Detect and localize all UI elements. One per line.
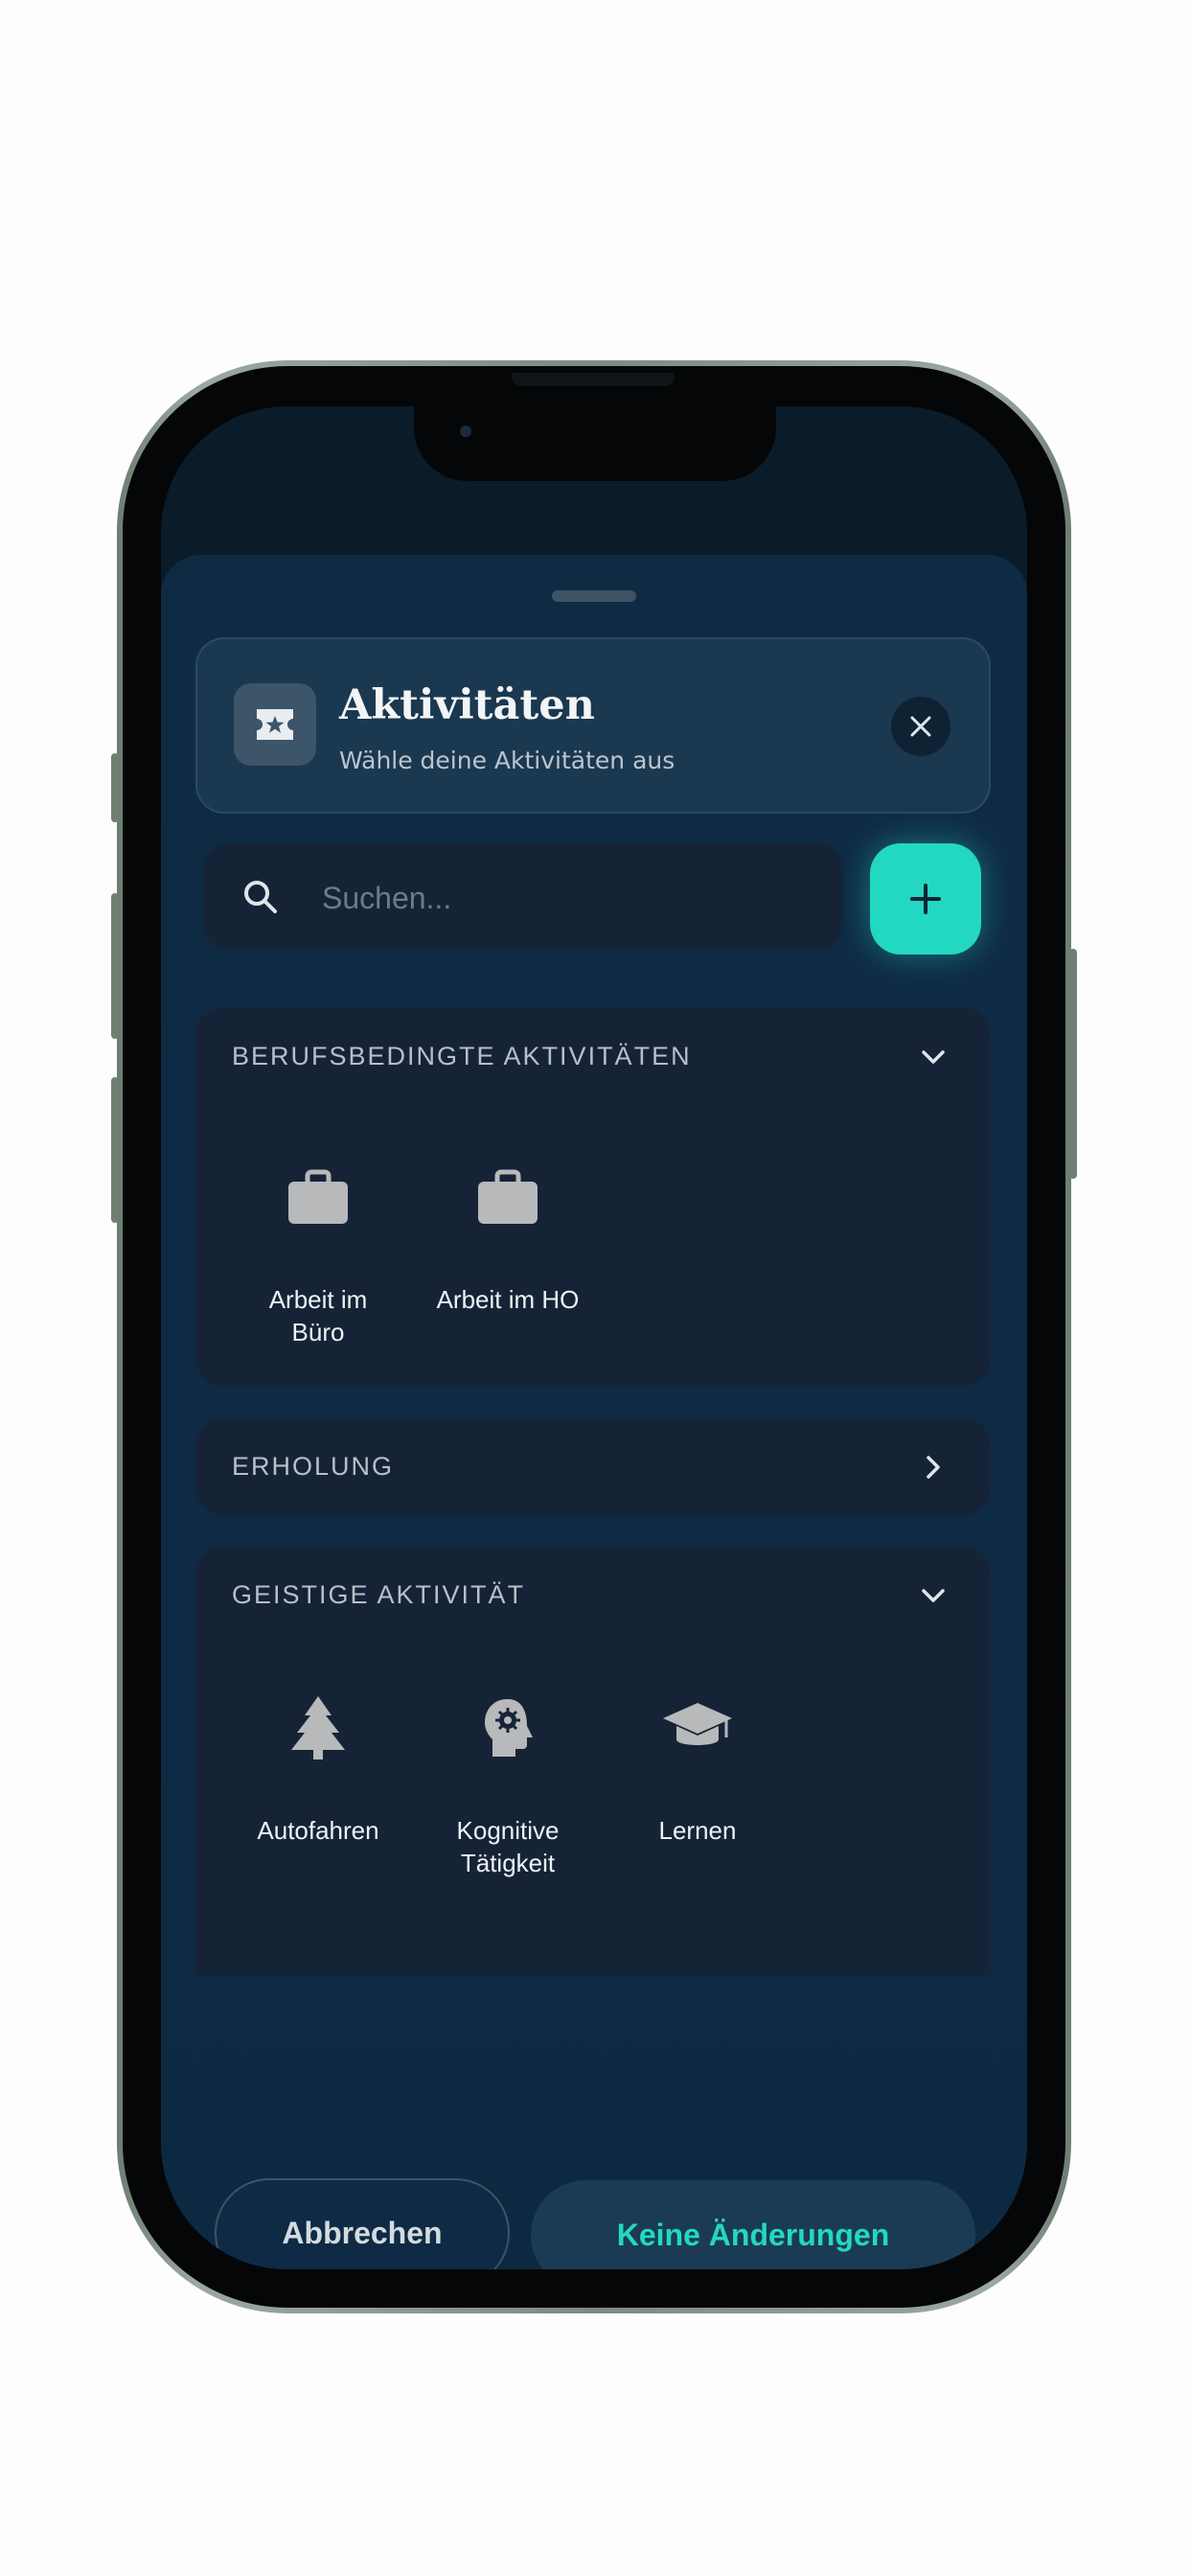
head-gear-icon <box>469 1690 546 1766</box>
volume-up-button <box>111 893 119 1039</box>
silent-switch <box>111 753 119 822</box>
activity-label: Arbeit im HO <box>436 1285 580 1314</box>
activities-sheet: Aktivitäten Wähle deine Aktivitäten aus … <box>161 555 1027 2269</box>
activity-label: Kognitive Tätigkeit <box>456 1816 560 1877</box>
briefcase-icon <box>280 1159 356 1235</box>
sheet-subtitle: Wähle deine Aktivitäten aus <box>339 747 675 774</box>
section-title[interactable]: BERUFSBEDINGTE AKTIVITÄTEN <box>232 1042 692 1071</box>
activity-item[interactable]: Arbeit im Büro <box>222 1159 414 1348</box>
activity-item[interactable]: Lernen <box>602 1690 793 1847</box>
front-camera <box>460 426 471 437</box>
activity-item[interactable]: Kognitive Tätigkeit <box>412 1690 604 1879</box>
sheet-title: Aktivitäten <box>339 681 595 729</box>
activity-item[interactable]: Arbeit im HO <box>412 1159 604 1316</box>
tree-icon <box>280 1690 356 1766</box>
activity-label: Arbeit im Büro <box>268 1285 368 1346</box>
section-work: BERUFSBEDINGTE AKTIVITÄTEN Arbeit im Bür… <box>195 1007 991 1387</box>
briefcase-icon <box>469 1159 546 1235</box>
activity-label: Autofahren <box>257 1816 379 1845</box>
search-input[interactable] <box>320 870 803 926</box>
sheet-header: Aktivitäten Wähle deine Aktivitäten aus <box>195 637 991 814</box>
section-recovery[interactable]: ERHOLUNG <box>195 1417 991 1515</box>
cancel-button[interactable]: Abbrechen <box>215 2178 510 2269</box>
close-icon <box>910 716 931 737</box>
notch <box>414 402 776 481</box>
activity-item[interactable]: Autofahren <box>222 1690 414 1847</box>
volume-down-button <box>111 1077 119 1223</box>
power-button <box>1069 949 1077 1179</box>
chevron-down-icon[interactable] <box>918 1580 949 1611</box>
ticket-star-icon <box>234 683 316 766</box>
add-activity-button[interactable] <box>870 843 981 954</box>
section-title[interactable]: GEISTIGE AKTIVITÄT <box>232 1580 525 1610</box>
confirm-button[interactable]: Keine Änderungen <box>531 2180 975 2269</box>
screen: Aktivitäten Wähle deine Aktivitäten aus … <box>161 406 1027 2269</box>
plus-icon <box>910 884 941 914</box>
search-box[interactable] <box>203 843 843 951</box>
close-button[interactable] <box>891 697 950 756</box>
section-mental: GEISTIGE AKTIVITÄT Autofahren Kognitive … <box>195 1546 991 1975</box>
speaker-grille <box>512 373 675 386</box>
chevron-down-icon[interactable] <box>918 1042 949 1072</box>
chevron-right-icon <box>927 1456 940 1479</box>
search-icon <box>244 881 277 913</box>
sheet-grabber[interactable] <box>552 590 636 602</box>
activity-label: Lernen <box>658 1816 737 1845</box>
graduation-cap-icon <box>659 1690 736 1766</box>
section-title: ERHOLUNG <box>232 1452 395 1481</box>
